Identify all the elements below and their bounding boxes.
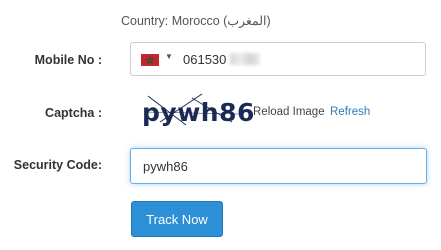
- captcha-image: pywh86: [142, 92, 254, 130]
- track-now-button[interactable]: Track Now: [131, 201, 223, 237]
- security-code-label: Security Code:: [13, 158, 102, 172]
- mobile-input-value[interactable]: 061530: [183, 52, 226, 67]
- chevron-down-icon[interactable]: ▼: [165, 52, 173, 61]
- captcha-label: Captcha :: [45, 106, 102, 120]
- redacted-digits: [230, 53, 260, 65]
- reload-image-text: Reload Image: [253, 106, 325, 118]
- country-label: Country: Morocco (المغرب): [121, 14, 271, 28]
- mobile-field[interactable]: ▼ 061530: [130, 42, 426, 76]
- tracking-form: Country: Morocco (المغرب) Mobile No : ▼ …: [0, 0, 441, 250]
- morocco-flag-icon[interactable]: [141, 54, 159, 66]
- refresh-captcha-link[interactable]: Refresh: [330, 106, 370, 118]
- mobile-label: Mobile No :: [34, 53, 102, 67]
- security-code-input[interactable]: [130, 148, 427, 184]
- captcha-noise: [144, 93, 239, 126]
